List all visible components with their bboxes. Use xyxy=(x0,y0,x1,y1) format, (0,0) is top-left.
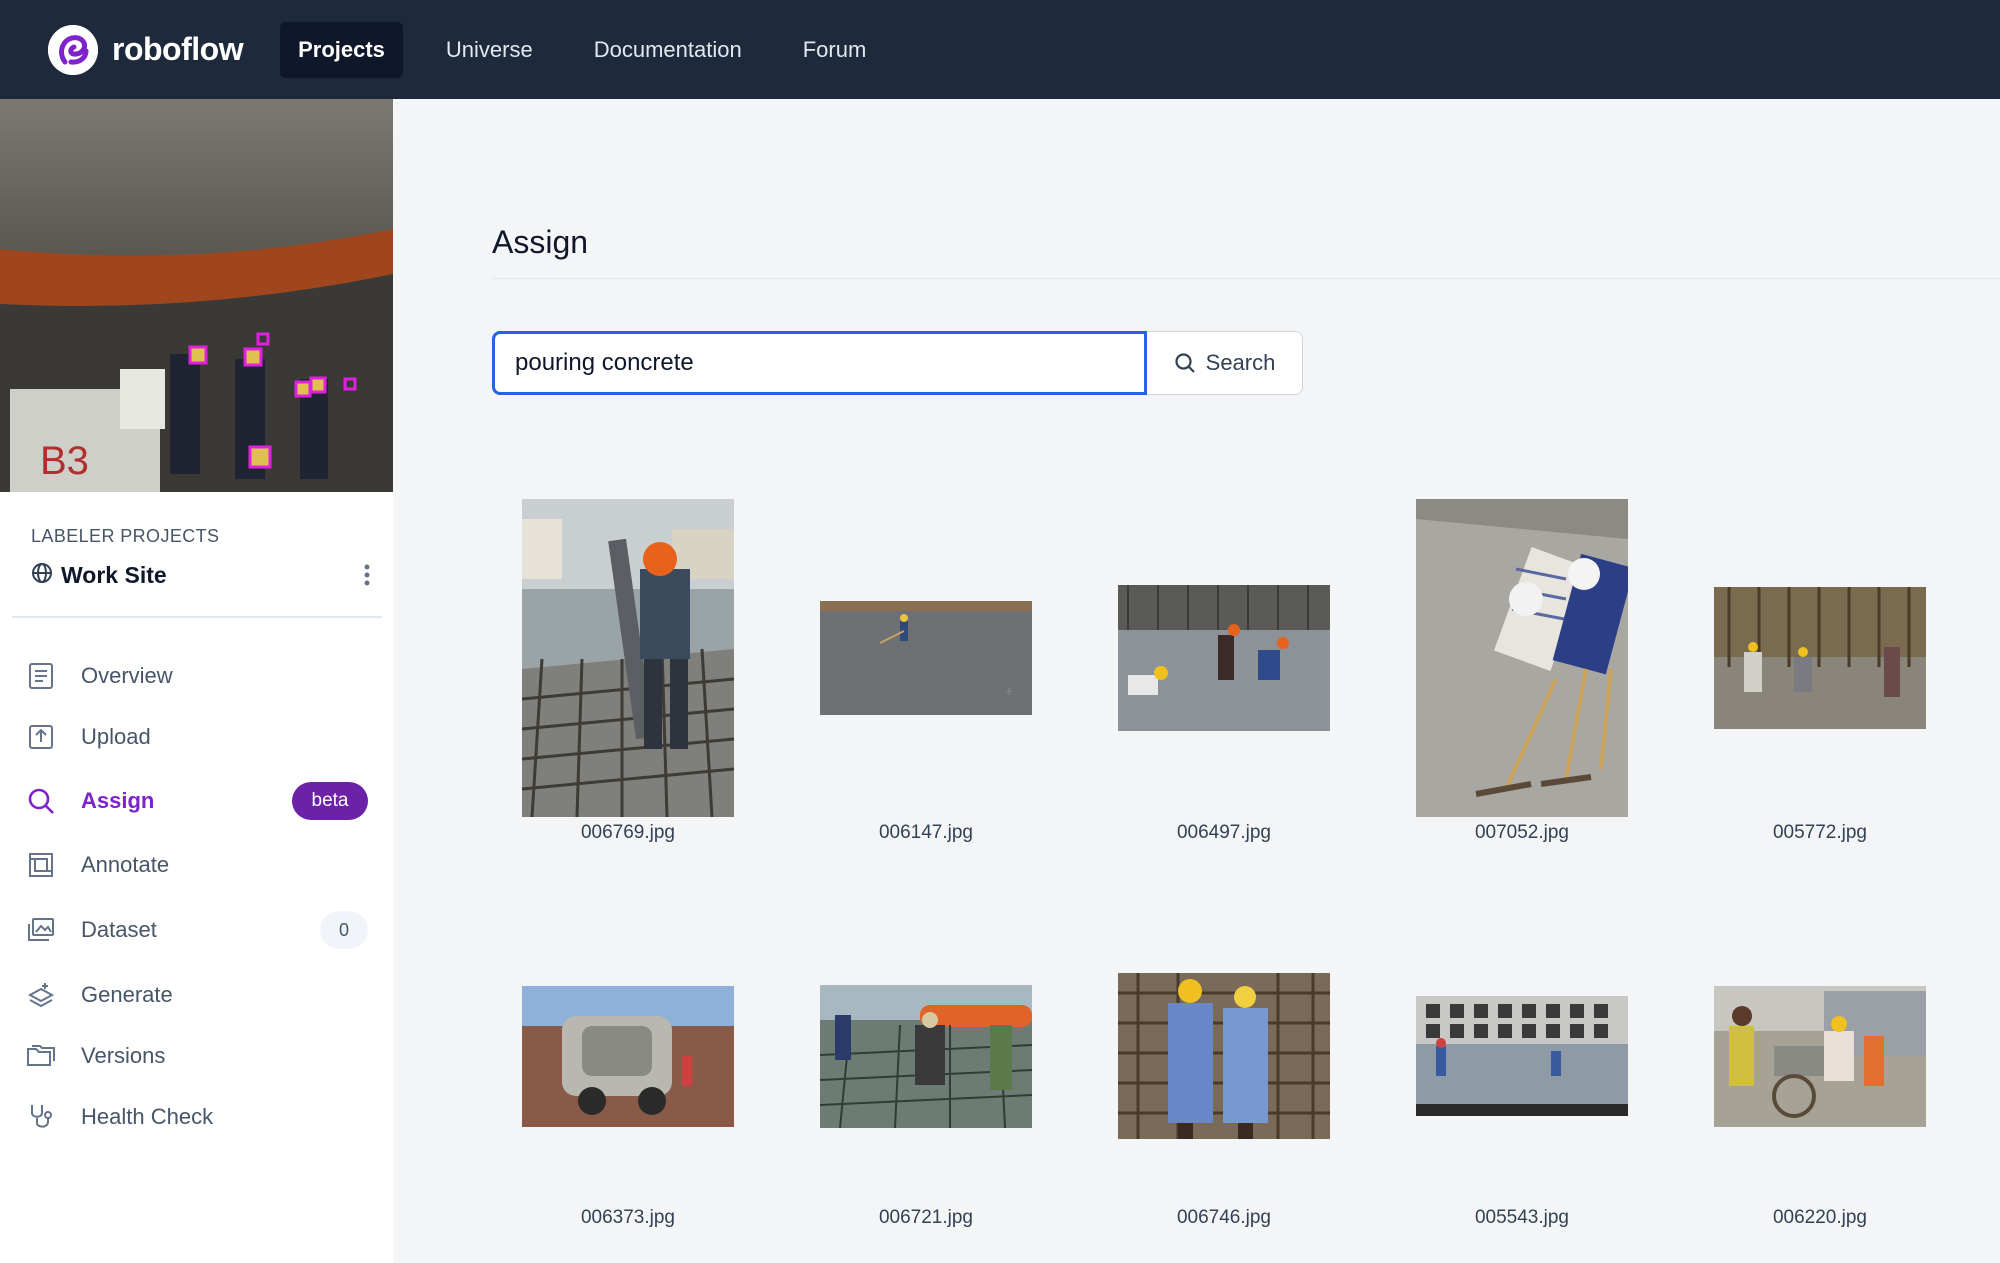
image-filename: 006373.jpg xyxy=(580,1207,676,1228)
sidebar-item-overview[interactable]: Overview xyxy=(0,650,393,702)
sidebar-item-generate[interactable]: Generate xyxy=(0,969,393,1021)
nav-universe[interactable]: Universe xyxy=(428,22,551,78)
sidebar-item-dataset[interactable]: Dataset 0 xyxy=(0,904,393,956)
search-button[interactable]: Search xyxy=(1147,331,1303,395)
nav-forum[interactable]: Forum xyxy=(785,22,885,78)
more-options-icon[interactable] xyxy=(363,563,371,592)
image-filename: 006497.jpg xyxy=(1176,822,1272,843)
sidebar-item-label: Annotate xyxy=(81,852,170,877)
upload-icon xyxy=(26,722,56,752)
image-filename: 006147.jpg xyxy=(878,822,974,843)
project-name: Work Site xyxy=(61,561,167,588)
sidebar-divider xyxy=(12,616,382,618)
image-filename: 007052.jpg xyxy=(1474,822,1570,843)
image-thumbnail[interactable] xyxy=(1118,973,1330,1139)
image-thumbnail[interactable]: + xyxy=(820,601,1032,715)
title-divider xyxy=(492,278,2000,279)
sidebar-item-label: Dataset xyxy=(81,917,157,942)
svg-text:+: + xyxy=(1005,683,1013,699)
page-title: Assign xyxy=(492,224,589,260)
dataset-count-badge: 0 xyxy=(320,911,368,949)
sidebar-item-health-check[interactable]: Health Check xyxy=(0,1091,393,1143)
image-filename: 006769.jpg xyxy=(580,822,676,843)
project-cover-image: B3 xyxy=(0,99,393,492)
globe-icon xyxy=(31,562,53,589)
main-nav: Projects Universe Documentation Forum xyxy=(280,21,909,78)
sidebar-item-upload[interactable]: Upload xyxy=(0,711,393,763)
generate-icon xyxy=(26,980,56,1010)
sidebar-item-label: Health Check xyxy=(81,1104,214,1129)
svg-text:B3: B3 xyxy=(40,439,89,483)
image-thumbnail[interactable] xyxy=(1118,585,1330,731)
health-check-icon xyxy=(26,1102,56,1132)
image-thumbnail[interactable] xyxy=(1714,587,1926,729)
sidebar-item-label: Assign xyxy=(81,788,155,813)
image-filename: 006220.jpg xyxy=(1772,1207,1868,1228)
image-filename: 005543.jpg xyxy=(1474,1207,1570,1228)
search-button-label: Search xyxy=(1205,350,1276,375)
nav-documentation[interactable]: Documentation xyxy=(576,22,760,78)
beta-badge: beta xyxy=(292,782,368,820)
sidebar-item-label: Upload xyxy=(81,724,151,749)
annotate-icon xyxy=(26,850,56,880)
brand-name: roboflow xyxy=(112,31,244,67)
dataset-icon xyxy=(26,915,56,945)
sidebar-item-label: Versions xyxy=(81,1043,166,1068)
image-filename: 005772.jpg xyxy=(1772,822,1868,843)
search-icon xyxy=(26,786,56,816)
image-thumbnail[interactable] xyxy=(820,985,1032,1128)
sidebar-item-label: Generate xyxy=(81,982,173,1007)
image-thumbnail[interactable] xyxy=(1416,499,1628,817)
roboflow-logo-icon xyxy=(48,24,98,75)
image-thumbnail[interactable] xyxy=(522,499,734,817)
sidebar-item-versions[interactable]: Versions xyxy=(0,1030,393,1082)
sidebar-item-annotate[interactable]: Annotate xyxy=(0,839,393,891)
image-filename: 006721.jpg xyxy=(878,1207,974,1228)
sidebar-item-label: Overview xyxy=(81,663,173,688)
image-filename: 006746.jpg xyxy=(1176,1207,1272,1228)
roboflow-logo[interactable]: roboflow xyxy=(48,24,244,75)
nav-projects[interactable]: Projects xyxy=(280,21,403,78)
section-title: LABELER PROJECTS xyxy=(31,526,220,546)
overview-icon xyxy=(26,661,56,691)
image-thumbnail[interactable] xyxy=(1416,996,1628,1116)
image-thumbnail[interactable] xyxy=(1714,986,1926,1127)
versions-icon xyxy=(26,1041,56,1071)
sidebar-item-assign[interactable]: Assign beta xyxy=(0,775,393,827)
top-navigation-bar: roboflow Projects Universe Documentation… xyxy=(0,0,2000,99)
project-selector[interactable]: Work Site xyxy=(31,557,371,593)
search-icon xyxy=(1175,353,1195,373)
search-input[interactable] xyxy=(492,331,1147,395)
image-thumbnail[interactable] xyxy=(522,986,734,1127)
